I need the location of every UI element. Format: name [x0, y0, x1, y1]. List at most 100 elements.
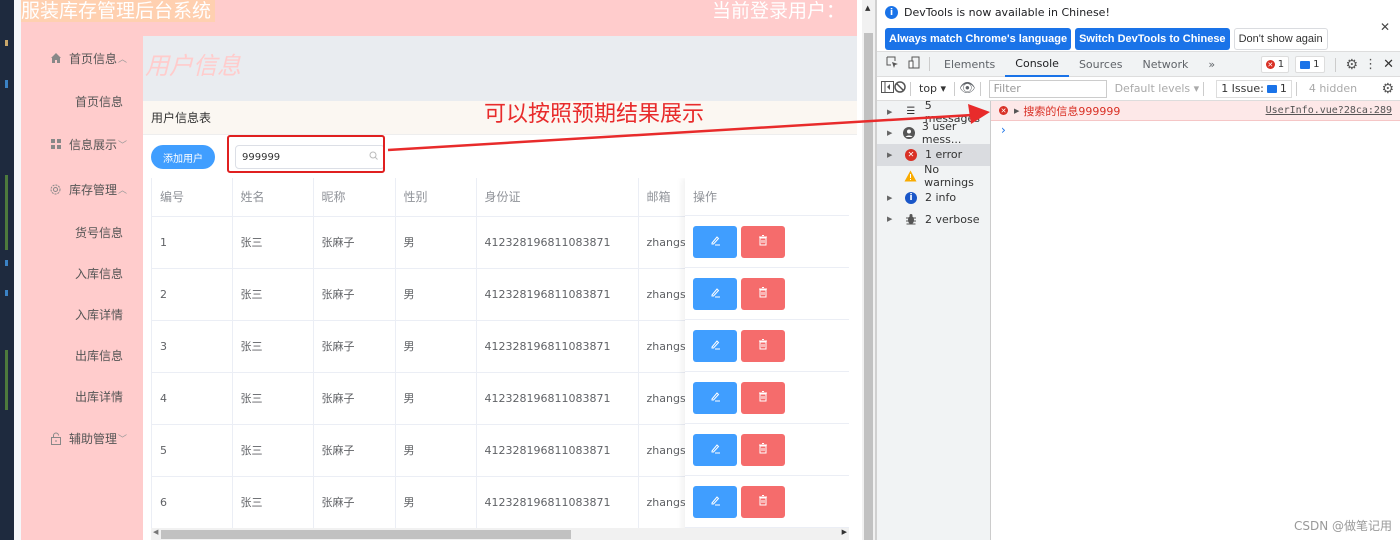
vertical-scrollbar[interactable]: ▲	[862, 0, 875, 540]
more-options-icon[interactable]: ⋮	[1364, 57, 1377, 72]
eye-icon[interactable]: 👁	[959, 81, 976, 96]
trash-icon	[758, 494, 768, 509]
delete-button[interactable]	[741, 381, 785, 414]
more-tabs-button[interactable]: »	[1198, 52, 1225, 77]
app-window: 服装库存管理后台系统 当前登录用户： 首页信息 ︿ 首页信息 信息展示 ﹀ 库存…	[21, 0, 857, 540]
infobar-message: DevTools is now available in Chinese!	[904, 6, 1110, 19]
message-icon	[1266, 84, 1277, 93]
console-settings-icon[interactable]: ⚙	[1381, 81, 1394, 97]
edit-button[interactable]	[693, 433, 737, 466]
dont-show-again-button[interactable]: Don't show again	[1233, 28, 1328, 50]
column-header-nickname[interactable]: 昵称	[313, 178, 396, 217]
cell-nickname: 张麻子	[313, 476, 396, 529]
cell-gender: 男	[395, 216, 477, 269]
edit-button[interactable]	[693, 277, 737, 310]
sidebar-subitem-stock-out-detail[interactable]: 出库详情	[21, 376, 143, 416]
sidebar-subitem-stock-out-info[interactable]: 出库信息	[21, 335, 143, 375]
edit-icon	[710, 495, 721, 509]
trash-icon	[758, 338, 768, 353]
delete-button[interactable]	[741, 277, 785, 310]
tab-elements[interactable]: Elements	[934, 52, 1005, 77]
edit-button[interactable]	[693, 225, 737, 258]
default-levels-dropdown[interactable]: Default levels ▾	[1115, 82, 1200, 95]
expand-icon[interactable]: ▶	[887, 129, 896, 137]
expand-icon[interactable]: ▶	[887, 151, 897, 159]
sidebar-label: No warnings	[924, 163, 974, 190]
clear-console-icon[interactable]	[894, 81, 906, 96]
scroll-right-icon[interactable]: ▶	[842, 528, 847, 536]
sidebar-item-label: 库存管理	[68, 182, 117, 197]
issues-button[interactable]: 1 Issue: 1	[1216, 79, 1292, 98]
sidebar-subitem-stock-in-info[interactable]: 入库信息	[21, 253, 143, 293]
message-count-badge[interactable]: 1	[1295, 56, 1325, 73]
cell-id-card: 412328196811083871	[476, 320, 639, 373]
row-actions	[685, 216, 849, 268]
delete-button[interactable]	[741, 329, 785, 362]
sidebar-item-inventory[interactable]: 库存管理 ︿	[21, 169, 143, 209]
delete-button[interactable]	[741, 225, 785, 258]
console-prompt[interactable]: ›	[991, 121, 1400, 139]
edit-button[interactable]	[693, 381, 737, 414]
horizontal-scrollbar[interactable]: ◀ ▶	[151, 528, 849, 540]
search-icon[interactable]	[369, 151, 378, 163]
delete-button[interactable]	[741, 485, 785, 518]
sidebar-item-home[interactable]: 首页信息 ︿	[21, 38, 143, 78]
add-user-button[interactable]: 添加用户	[151, 145, 215, 169]
scroll-left-icon[interactable]: ◀	[153, 528, 158, 536]
trash-icon	[758, 286, 768, 301]
device-toolbar-icon[interactable]	[903, 56, 925, 72]
close-icon[interactable]: ✕	[1380, 20, 1390, 34]
sidebar-item-label: 货号信息	[74, 225, 123, 240]
row-actions	[685, 476, 849, 528]
settings-icon[interactable]: ⚙	[1346, 57, 1359, 73]
column-header-gender[interactable]: 性别	[395, 178, 477, 217]
page-title: 用户信息	[145, 52, 241, 80]
cell-name: 张三	[232, 268, 314, 321]
sidebar-subitem-home-info[interactable]: 首页信息	[21, 81, 143, 121]
sidebar-subitem-sku-info[interactable]: 货号信息	[21, 212, 143, 252]
sidebar-user-messages[interactable]: ▶ 3 user mess...	[877, 120, 990, 146]
expand-icon[interactable]: ▶	[1014, 107, 1019, 115]
scrollbar-thumb[interactable]	[864, 33, 873, 540]
sidebar-warnings[interactable]: No warnings	[877, 163, 990, 190]
tab-sources[interactable]: Sources	[1069, 52, 1133, 77]
search-input[interactable]	[242, 151, 362, 163]
edit-button[interactable]	[693, 329, 737, 362]
hidden-count: 4 hidden	[1308, 82, 1358, 95]
filter-input[interactable]: Filter	[988, 79, 1107, 98]
edit-icon	[710, 339, 721, 353]
current-user-label: 当前登录用户：	[711, 0, 845, 22]
error-count-badge[interactable]: ✕ 1	[1260, 56, 1290, 73]
sidebar-subitem-stock-in-detail[interactable]: 入库详情	[21, 294, 143, 334]
close-devtools-icon[interactable]: ✕	[1383, 57, 1394, 72]
edit-button[interactable]	[693, 485, 737, 518]
levels-label: Default levels	[1114, 82, 1191, 95]
user-table: 编号 姓名 昵称 性别 身份证 邮箱 1 张三 张麻子男 41232819681108…	[151, 178, 849, 540]
source-link[interactable]: UserInfo.vue?28ca:289	[1266, 105, 1392, 116]
column-header-id-card[interactable]: 身份证	[476, 178, 639, 217]
separator	[1334, 57, 1336, 72]
user-icon	[902, 126, 916, 140]
sidebar-item-aux-management[interactable]: 辅助管理 ﹀	[21, 418, 143, 458]
column-header-name[interactable]: 姓名	[232, 178, 314, 217]
tab-network[interactable]: Network	[1132, 52, 1198, 77]
always-match-language-button[interactable]: Always match Chrome's language	[885, 28, 1072, 50]
sidebar-item-info-display[interactable]: 信息展示 ﹀	[21, 124, 143, 164]
sidebar-info[interactable]: ▶ i 2 info	[877, 187, 990, 209]
expand-icon[interactable]: ▶	[887, 194, 897, 202]
context-selector[interactable]: top ▾	[919, 82, 946, 95]
tab-console[interactable]: Console	[1005, 52, 1069, 77]
expand-icon[interactable]: ▶	[887, 108, 897, 116]
sidebar-verbose[interactable]: ▶ 2 verbose	[877, 209, 990, 231]
scroll-up-icon[interactable]: ▲	[865, 4, 870, 12]
delete-button[interactable]	[741, 433, 785, 466]
inspect-element-icon[interactable]	[881, 56, 903, 72]
console-error-entry[interactable]: ✕ ▶ 搜索的信息999999 UserInfo.vue?28ca:289	[991, 101, 1400, 121]
scrollbar-thumb[interactable]	[161, 530, 571, 539]
grid-icon	[49, 137, 63, 151]
search-field[interactable]	[235, 145, 385, 169]
column-header-id[interactable]: 编号	[152, 178, 233, 217]
sidebar-toggle-icon[interactable]	[881, 81, 894, 96]
expand-icon[interactable]: ▶	[887, 215, 897, 223]
switch-to-chinese-button[interactable]: Switch DevTools to Chinese	[1075, 28, 1230, 50]
